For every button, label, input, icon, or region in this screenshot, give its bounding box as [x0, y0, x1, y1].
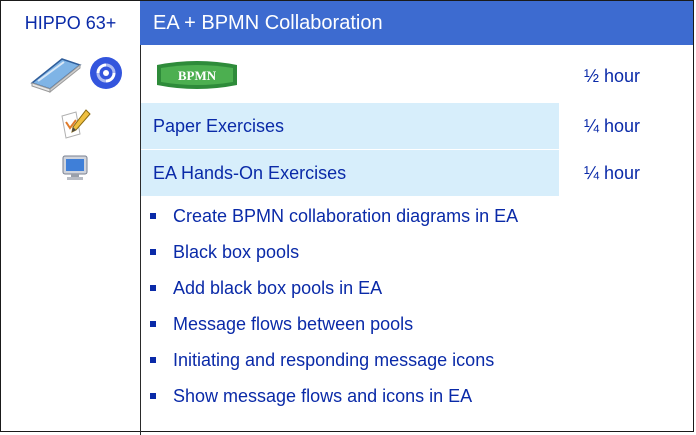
- page-title: EA + BPMN Collaboration: [140, 1, 693, 45]
- bullet-icon: [150, 249, 156, 255]
- bullet-icon: [150, 213, 156, 219]
- duration-bpmn: ½ hour: [584, 65, 641, 86]
- list-item: Message flows between pools: [150, 306, 518, 342]
- bullet-icon: [150, 393, 156, 399]
- computer-monitor-icon: [62, 155, 88, 180]
- cycle-icon: [90, 57, 122, 89]
- bullet-icon: [150, 357, 156, 363]
- pencil-paper-icon: [61, 109, 91, 139]
- schedule-row-bpmn: BPMN: [141, 53, 243, 99]
- list-item: Add black box pools in EA: [150, 270, 518, 306]
- duration-ea: ¼ hour: [584, 162, 641, 183]
- course-code: HIPPO 63+: [24, 12, 117, 33]
- list-item: Create BPMN collaboration diagrams in EA: [150, 198, 518, 234]
- bullet-icon: [150, 321, 156, 327]
- book-icon: [30, 58, 82, 93]
- list-item: Initiating and responding message icons: [150, 342, 518, 378]
- bpmn-logo-text: BPMN: [178, 68, 217, 83]
- bpmn-logo: BPMN: [157, 61, 237, 89]
- schedule-row-ea: EA Hands-On Exercises: [141, 150, 559, 196]
- list-item: Show message flows and icons in EA: [150, 378, 518, 414]
- ea-hands-on-label: EA Hands-On Exercises: [141, 150, 559, 196]
- duration-paper: ¼ hour: [584, 115, 641, 136]
- page-title-text: EA + BPMN Collaboration: [153, 11, 383, 34]
- topic-list: Create BPMN collaboration diagrams in EA…: [150, 198, 518, 414]
- bullet-icon: [150, 285, 156, 291]
- schedule-row-paper: Paper Exercises: [141, 103, 559, 149]
- paper-exercises-label: Paper Exercises: [141, 103, 559, 149]
- list-item: Black box pools: [150, 234, 518, 270]
